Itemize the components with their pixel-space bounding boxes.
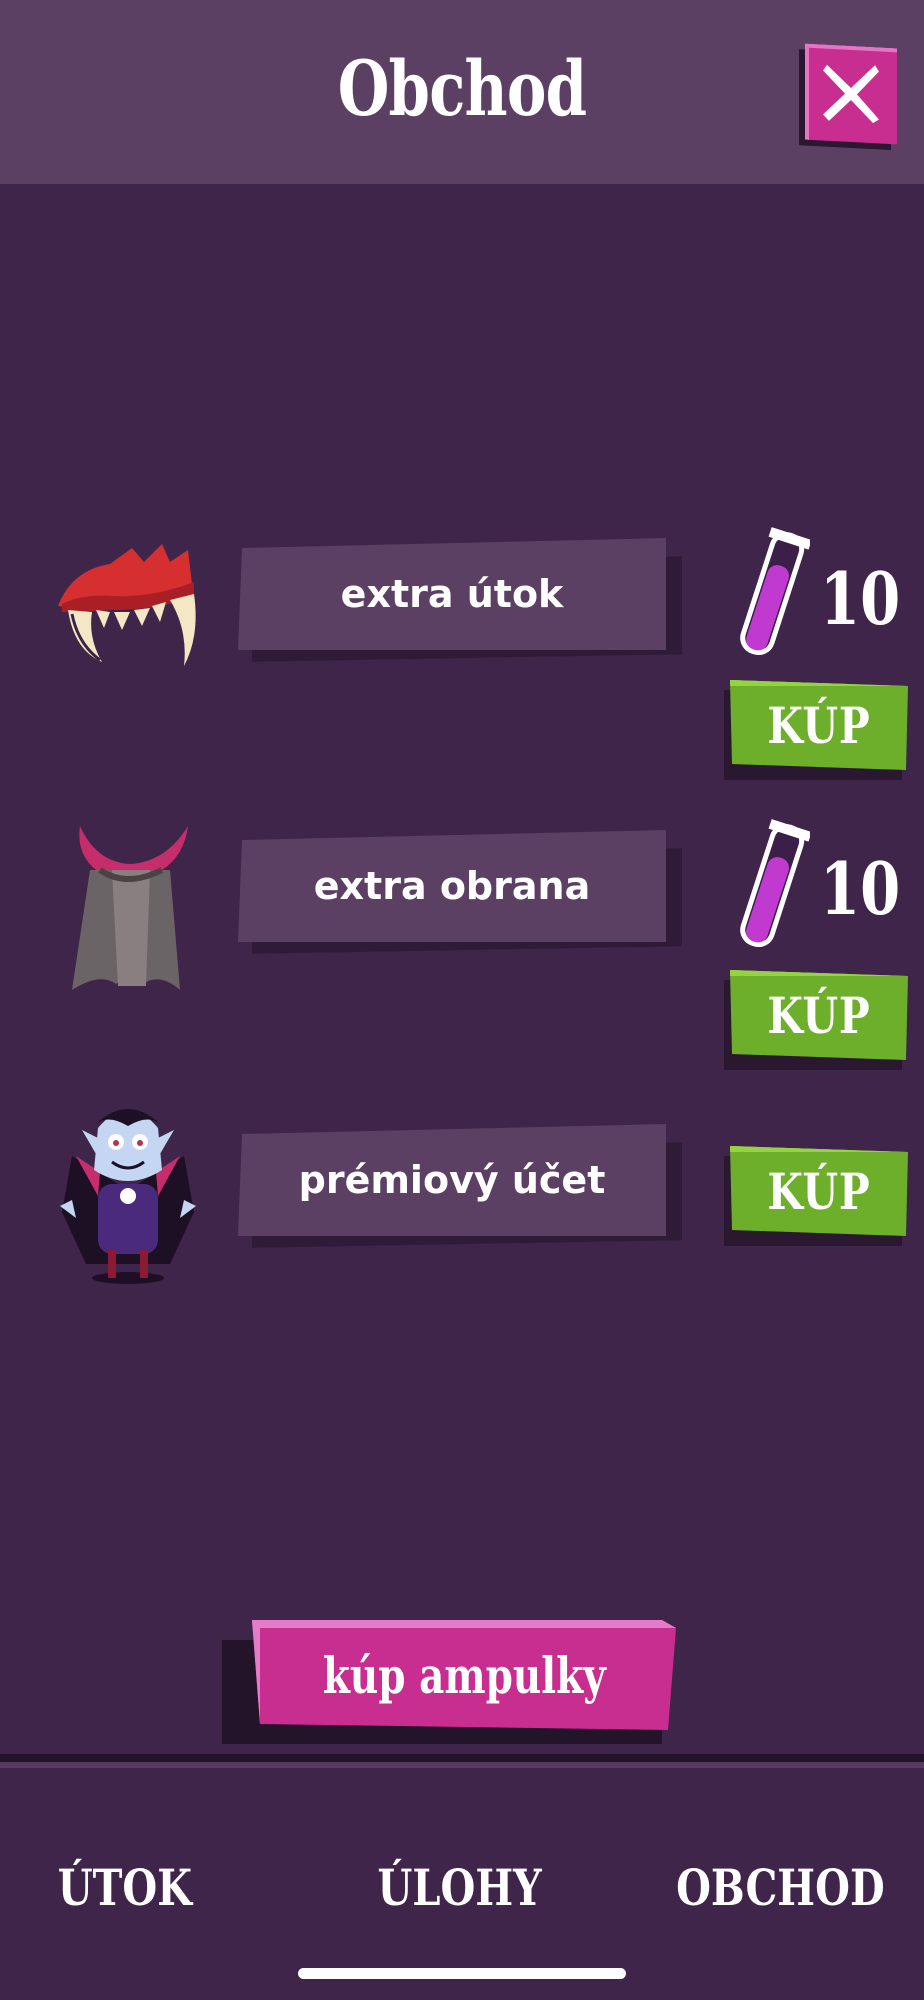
buy-vials-label: kúp ampulky — [322, 1645, 606, 1705]
nav-item-label: ÚLOHY — [377, 1857, 543, 1917]
cape-icon — [72, 826, 188, 990]
item-label: extra útok — [340, 572, 564, 616]
item-label-plate: prémiový účet — [238, 1124, 682, 1248]
blood-vial-icon — [740, 819, 810, 948]
nav-item-label: ÚTOK — [57, 1857, 193, 1917]
buy-button-label: KÚP — [767, 985, 871, 1045]
buy-button[interactable]: KÚP — [724, 970, 908, 1070]
item-label: extra obrana — [313, 864, 591, 908]
nav-item-shop[interactable]: OBCHOD — [676, 1852, 885, 1922]
item-label-plate: extra obrana — [238, 830, 682, 954]
close-x-icon — [823, 64, 879, 124]
blood-vial-icon — [740, 527, 810, 656]
header-bar: Obchod — [0, 0, 924, 184]
buy-button-label: KÚP — [767, 695, 871, 755]
buy-button[interactable]: KÚP — [724, 1146, 908, 1246]
nav-item-label: OBCHOD — [675, 1857, 885, 1917]
home-indicator[interactable] — [298, 1968, 626, 1979]
buy-button-label: KÚP — [767, 1161, 871, 1221]
fangs-icon — [58, 544, 196, 666]
close-button[interactable] — [805, 43, 897, 145]
buy-vials-button[interactable]: kúp ampulky — [222, 1620, 676, 1744]
bottom-nav: ÚTOK ÚLOHY OBCHOD — [0, 1768, 924, 2000]
item-label-plate: extra útok — [238, 538, 682, 662]
nav-divider — [0, 1754, 924, 1762]
item-label: prémiový účet — [298, 1158, 606, 1202]
buy-button[interactable]: KÚP — [724, 680, 908, 780]
item-price: 10 — [820, 556, 901, 641]
item-price: 10 — [820, 846, 901, 931]
page-title: Obchod — [337, 44, 587, 133]
vampire-character-icon — [60, 1109, 196, 1284]
nav-item-tasks[interactable]: ÚLOHY — [370, 1852, 550, 1922]
nav-item-attack[interactable]: ÚTOK — [40, 1852, 210, 1922]
